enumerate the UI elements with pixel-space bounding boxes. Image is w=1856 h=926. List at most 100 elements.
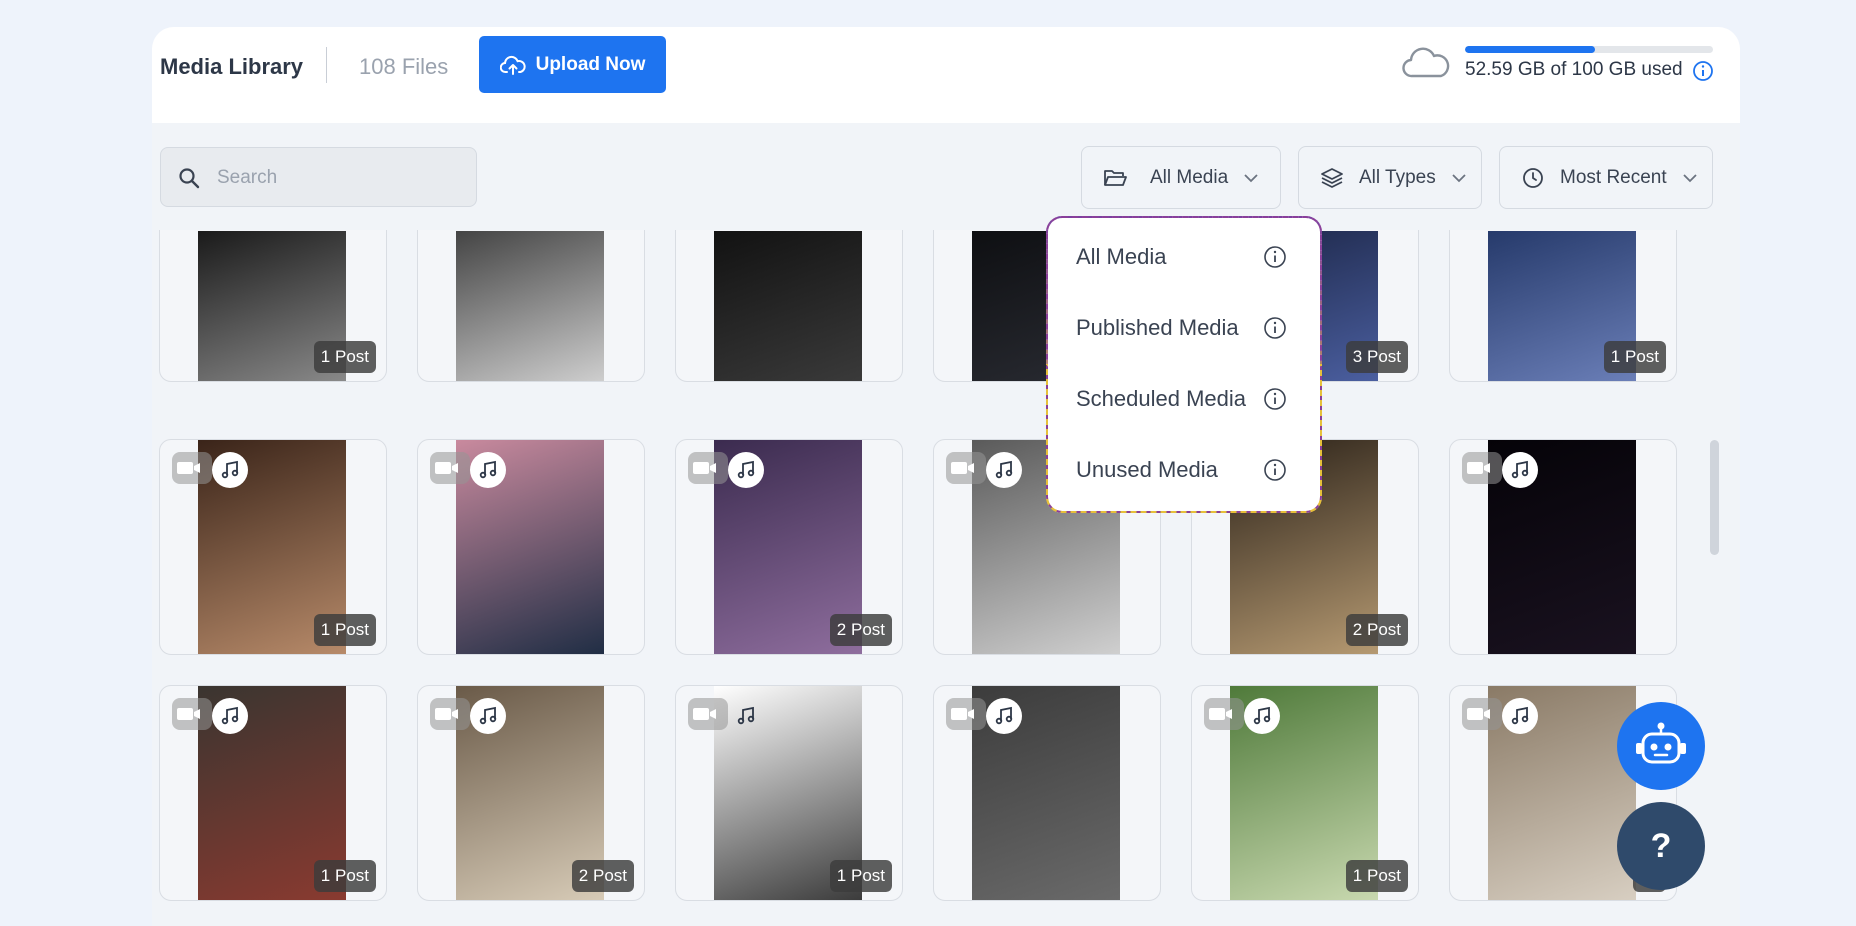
video-icon bbox=[693, 462, 716, 474]
media-filter-dropdown[interactable]: All Media bbox=[1081, 146, 1281, 209]
music-note-icon bbox=[737, 460, 755, 479]
video-type-badge bbox=[1204, 698, 1244, 730]
divider bbox=[326, 47, 327, 83]
music-note-icon bbox=[221, 706, 239, 725]
media-card[interactable]: 1 Post bbox=[159, 439, 387, 655]
video-type-badge bbox=[1462, 698, 1502, 730]
music-note-icon bbox=[479, 706, 497, 725]
post-count-badge: 2 Post bbox=[1345, 614, 1408, 646]
menu-item-scheduled-media[interactable]: Scheduled Media bbox=[1076, 386, 1246, 412]
audio-badge bbox=[470, 452, 506, 488]
video-type-badge bbox=[430, 452, 470, 484]
storage-progress-fill bbox=[1465, 46, 1596, 53]
post-count-badge: 1 Post bbox=[829, 860, 892, 892]
search-box[interactable] bbox=[160, 147, 477, 207]
storage-progress-bar bbox=[1465, 46, 1713, 53]
sort-dropdown[interactable]: Most Recent bbox=[1499, 146, 1713, 209]
sort-label: Most Recent bbox=[1560, 166, 1667, 188]
media-card[interactable] bbox=[1449, 439, 1677, 655]
top-bar: Media Library 108 Files Upload Now 52.59… bbox=[152, 27, 1740, 123]
media-card[interactable]: 2 Post bbox=[675, 439, 903, 655]
audio-badge bbox=[986, 452, 1022, 488]
video-icon bbox=[435, 462, 458, 474]
info-icon[interactable] bbox=[1262, 315, 1288, 341]
media-thumbnail[interactable] bbox=[714, 231, 862, 381]
video-type-badge bbox=[946, 698, 986, 730]
video-icon bbox=[435, 708, 458, 720]
audio-badge bbox=[1502, 452, 1538, 488]
chevron-down-icon bbox=[1683, 173, 1697, 182]
type-filter-dropdown[interactable]: All Types bbox=[1298, 146, 1482, 209]
post-count-badge: 2 Post bbox=[571, 860, 634, 892]
video-icon bbox=[1209, 708, 1232, 720]
music-note-icon bbox=[737, 706, 755, 725]
audio-badge bbox=[212, 452, 248, 488]
post-count-badge: 1 Post bbox=[313, 341, 376, 373]
audio-badge bbox=[212, 698, 248, 734]
music-note-icon bbox=[221, 460, 239, 479]
video-icon bbox=[951, 462, 974, 474]
search-input[interactable] bbox=[217, 162, 467, 194]
media-card[interactable] bbox=[417, 439, 645, 655]
video-icon bbox=[693, 708, 716, 720]
menu-item-unused-media[interactable]: Unused Media bbox=[1076, 457, 1218, 483]
info-icon[interactable] bbox=[1262, 386, 1288, 412]
post-count-badge: 1 Post bbox=[313, 614, 376, 646]
video-icon bbox=[177, 708, 200, 720]
chevron-down-icon bbox=[1244, 173, 1258, 182]
cloud-upload-icon bbox=[499, 55, 526, 75]
video-icon bbox=[951, 708, 974, 720]
video-icon bbox=[1467, 708, 1490, 720]
music-note-icon bbox=[1511, 706, 1529, 725]
music-note-icon bbox=[1253, 706, 1271, 725]
video-icon bbox=[177, 462, 200, 474]
media-card[interactable]: 1 Post bbox=[1449, 230, 1677, 382]
media-card[interactable]: 1 Post bbox=[159, 230, 387, 382]
menu-item-all-media[interactable]: All Media bbox=[1076, 244, 1166, 270]
post-count-badge: 2 Post bbox=[829, 614, 892, 646]
video-type-badge bbox=[946, 452, 986, 484]
video-type-badge bbox=[172, 452, 212, 484]
video-type-badge bbox=[1462, 452, 1502, 484]
menu-item-published-media[interactable]: Published Media bbox=[1076, 315, 1239, 341]
music-note-icon bbox=[995, 706, 1013, 725]
upload-now-button[interactable]: Upload Now bbox=[479, 36, 666, 93]
chevron-down-icon bbox=[1452, 173, 1466, 182]
type-filter-label: All Types bbox=[1359, 166, 1436, 188]
ai-assistant-button[interactable] bbox=[1617, 702, 1705, 790]
video-icon bbox=[1467, 462, 1490, 474]
media-thumbnail[interactable] bbox=[456, 231, 604, 381]
storage-info-icon[interactable] bbox=[1692, 60, 1714, 82]
media-card[interactable]: 1 Post bbox=[675, 685, 903, 901]
music-note-icon bbox=[995, 460, 1013, 479]
file-count: 108 Files bbox=[359, 54, 449, 79]
media-filter-menu: All Media Published Media Scheduled Medi… bbox=[1046, 216, 1322, 513]
post-count-badge: 1 Post bbox=[313, 860, 376, 892]
post-count-badge: 1 Post bbox=[1345, 860, 1408, 892]
info-icon[interactable] bbox=[1262, 457, 1288, 483]
post-count-badge: 1 Post bbox=[1603, 341, 1666, 373]
post-count-badge: 3 Post bbox=[1345, 341, 1408, 373]
page-title: Media Library bbox=[160, 54, 304, 79]
audio-badge bbox=[1502, 698, 1538, 734]
media-card[interactable]: 2 Post bbox=[417, 685, 645, 901]
media-card[interactable]: 1 Post bbox=[159, 685, 387, 901]
video-type-badge bbox=[688, 452, 728, 484]
media-card[interactable]: 1 Post bbox=[1191, 685, 1419, 901]
info-icon[interactable] bbox=[1262, 244, 1288, 270]
media-card[interactable] bbox=[933, 685, 1161, 901]
media-grid: 1 Post 3 Post 1 Post 1 Post 2 Post 2 Post 1 Po… bbox=[152, 230, 1712, 926]
audio-badge bbox=[470, 698, 506, 734]
media-card[interactable] bbox=[675, 230, 903, 382]
clock-icon bbox=[1523, 167, 1543, 188]
scrollbar-thumb[interactable] bbox=[1710, 440, 1719, 555]
audio-badge bbox=[986, 698, 1022, 734]
media-card[interactable] bbox=[417, 230, 645, 382]
video-type-badge bbox=[430, 698, 470, 730]
help-button[interactable]: ? bbox=[1617, 802, 1705, 890]
storage-usage-text: 52.59 GB of 100 GB used bbox=[1465, 59, 1683, 80]
audio-badge bbox=[728, 452, 764, 488]
audio-badge bbox=[1244, 698, 1280, 734]
robot-icon bbox=[1636, 722, 1686, 764]
music-note-icon bbox=[479, 460, 497, 479]
